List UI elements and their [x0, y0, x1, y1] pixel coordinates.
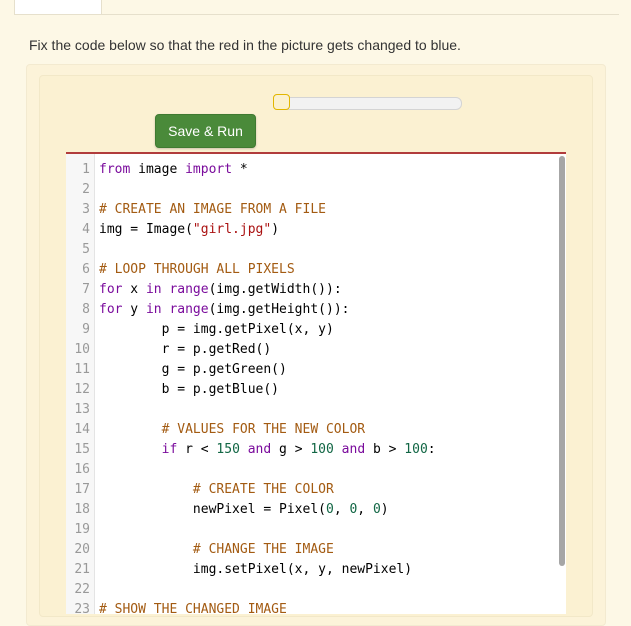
line-number: 12 — [74, 382, 90, 397]
code-text[interactable]: g = p.getGreen() — [99, 360, 287, 380]
line-number: 18 — [74, 502, 90, 517]
line-number: 4 — [82, 222, 90, 237]
line-number: 19 — [74, 522, 90, 537]
line-number: 6 — [82, 262, 90, 277]
line-number: 9 — [82, 322, 90, 337]
line-number: 16 — [74, 462, 90, 477]
code-text[interactable]: img.setPixel(x, y, newPixel) — [99, 560, 412, 580]
code-text[interactable]: # CHANGE THE IMAGE — [99, 540, 334, 560]
line-number: 8 — [82, 302, 90, 317]
line-number: 3 — [82, 202, 90, 217]
editor-scrollbar[interactable] — [559, 156, 565, 566]
code-text[interactable]: if r < 150 and g > 100 and b > 100: — [99, 440, 436, 460]
line-number: 11 — [74, 362, 90, 377]
history-slider-track[interactable] — [274, 97, 462, 110]
line-number: 21 — [74, 562, 90, 577]
code-text[interactable]: b = p.getBlue() — [99, 380, 279, 400]
line-number: 2 — [82, 182, 90, 197]
code-text[interactable]: # CREATE AN IMAGE FROM A FILE — [99, 200, 326, 220]
line-number: 1 — [82, 162, 90, 177]
line-number: 15 — [74, 442, 90, 457]
code-text[interactable]: # LOOP THROUGH ALL PIXELS — [99, 260, 295, 280]
top-tab[interactable] — [14, 0, 102, 15]
top-divider — [101, 14, 619, 15]
save-run-button[interactable]: Save & Run — [155, 114, 256, 148]
code-editor[interactable]: 1 from image import * 2 3 # CREATE AN IMAGE … — [66, 152, 566, 614]
line-number: 10 — [74, 342, 90, 357]
code-text[interactable]: for y in range(img.getHeight()): — [99, 300, 349, 320]
line-number: 22 — [74, 582, 90, 597]
code-text[interactable]: p = img.getPixel(x, y) — [99, 320, 334, 340]
task-prompt: Fix the code below so that the red in th… — [29, 37, 461, 53]
line-number: 5 — [82, 242, 90, 257]
code-text[interactable]: img = Image("girl.jpg") — [99, 220, 279, 240]
code-text[interactable]: # SHOW THE CHANGED IMAGE — [99, 600, 287, 614]
code-text[interactable]: for x in range(img.getWidth()): — [99, 280, 342, 300]
line-number: 20 — [74, 542, 90, 557]
code-text[interactable]: # VALUES FOR THE NEW COLOR — [99, 420, 366, 440]
code-text[interactable]: # CREATE THE COLOR — [99, 480, 334, 500]
slider-handle-icon[interactable] — [273, 94, 290, 110]
line-number: 17 — [74, 482, 90, 497]
line-number: 14 — [74, 422, 90, 437]
code-text[interactable]: r = p.getRed() — [99, 340, 272, 360]
code-text[interactable]: newPixel = Pixel(0, 0, 0) — [99, 500, 389, 520]
code-text[interactable]: from image import * — [99, 160, 248, 180]
line-number: 7 — [82, 282, 90, 297]
line-number: 23 — [74, 602, 90, 614]
line-number: 13 — [74, 402, 90, 417]
